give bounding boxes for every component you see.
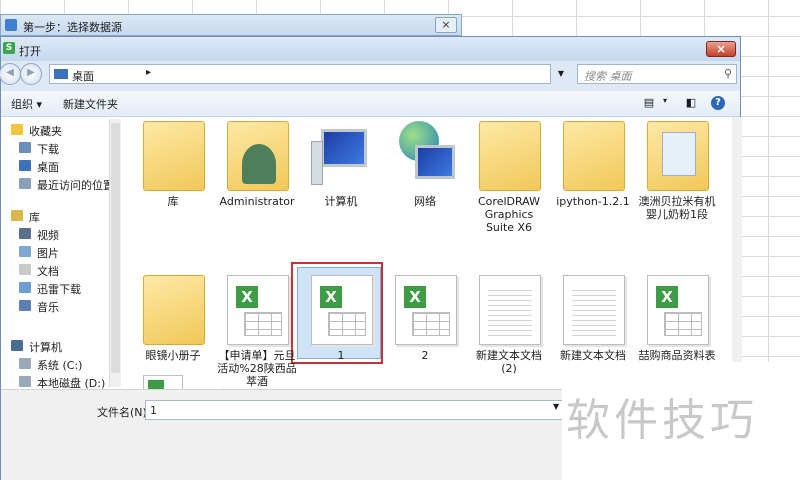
file-item-new-text-2[interactable]: 新建文本文档 (2) bbox=[469, 273, 549, 375]
nav-item-recent[interactable]: 最近访问的位置 bbox=[19, 177, 114, 193]
view-dropdown-icon[interactable]: ▾ bbox=[657, 96, 673, 110]
filename-panel: 文件名(N): 1 ▼ bbox=[1, 389, 563, 480]
arrow-right-icon: ▶ bbox=[27, 67, 35, 78]
library-folder-icon bbox=[143, 121, 205, 191]
nav-scrollbar[interactable] bbox=[109, 119, 121, 387]
text-file-icon bbox=[479, 275, 541, 345]
back-button[interactable]: ◀ bbox=[0, 63, 21, 85]
folder-icon bbox=[143, 275, 205, 345]
document-icon bbox=[19, 264, 31, 275]
star-icon bbox=[11, 124, 23, 135]
file-item-1[interactable]: X 1 bbox=[301, 273, 381, 369]
command-toolbar: 组织 ▾ 新建文件夹 ▤ ▾ ◧ ? bbox=[1, 91, 740, 117]
search-input[interactable]: 搜索 桌面 ⚲ bbox=[577, 64, 737, 84]
filename-value[interactable]: 1 bbox=[150, 404, 157, 417]
nav-item-music[interactable]: 音乐 bbox=[19, 299, 59, 315]
app-icon bbox=[5, 19, 17, 31]
wps-app-icon: S bbox=[3, 42, 15, 54]
preview-pane-icon[interactable]: ◧ bbox=[683, 96, 699, 110]
nav-item-drive-c[interactable]: 系统 (C:) bbox=[19, 357, 82, 373]
search-icon[interactable]: ⚲ bbox=[724, 67, 732, 80]
file-item-network[interactable]: 网络 bbox=[385, 119, 465, 215]
thunder-download-icon bbox=[19, 282, 31, 293]
file-item-application-form[interactable]: X 【申请单】元旦活动%28陕西品萃酒业%29%282018.1.... bbox=[217, 273, 329, 405]
dialog-titlebar: S 打开 × bbox=[1, 37, 740, 61]
filename-input[interactable]: 1 bbox=[145, 400, 563, 420]
desktop-folder-icon bbox=[54, 69, 68, 79]
file-item-coreldraw[interactable]: CorelDRAW Graphics Suite X6 bbox=[469, 119, 549, 234]
nav-item-videos[interactable]: 视频 bbox=[19, 227, 59, 243]
excel-file-icon: X bbox=[395, 275, 457, 345]
file-list: 库 Administrator 计算机 网络 CorelDRAW Graphic… bbox=[123, 117, 731, 401]
arrow-left-icon: ◀ bbox=[6, 67, 14, 78]
excel-icon: X bbox=[404, 286, 426, 308]
folder-icon bbox=[479, 121, 541, 191]
computer-icon bbox=[311, 121, 373, 191]
view-options-icon[interactable]: ▤ bbox=[641, 96, 657, 110]
dialog-close-button[interactable]: × bbox=[706, 41, 736, 57]
forward-button[interactable]: ▶ bbox=[20, 63, 42, 85]
nav-scrollbar-thumb[interactable] bbox=[111, 123, 120, 373]
nav-computer[interactable]: 计算机 bbox=[11, 339, 62, 355]
folder-icon bbox=[647, 121, 709, 191]
nav-item-documents[interactable]: 文档 bbox=[19, 263, 59, 279]
background-window-title: 第一步：选择数据源 bbox=[23, 21, 122, 34]
download-icon bbox=[19, 142, 31, 153]
dialog-title: 打开 bbox=[19, 45, 41, 58]
folder-icon bbox=[563, 121, 625, 191]
file-item-library[interactable]: 库 bbox=[133, 119, 213, 215]
help-icon[interactable]: ? bbox=[711, 96, 725, 110]
excel-file-icon: X bbox=[227, 275, 289, 345]
breadcrumb-chevron-icon[interactable]: ▸ bbox=[146, 67, 151, 78]
background-close-button[interactable]: × bbox=[435, 17, 457, 33]
file-item-glasses-booklet[interactable]: 眼镜小册子 bbox=[133, 273, 213, 362]
nav-libraries[interactable]: 库 bbox=[11, 209, 40, 225]
nav-item-downloads[interactable]: 下载 bbox=[19, 141, 59, 157]
nav-item-pictures[interactable]: 图片 bbox=[19, 245, 59, 261]
address-location[interactable]: 桌面 bbox=[72, 68, 94, 84]
text-file-icon bbox=[563, 275, 625, 345]
organize-button[interactable]: 组织 ▾ bbox=[11, 96, 42, 112]
file-item-new-text[interactable]: 新建文本文档 bbox=[553, 273, 633, 369]
nav-favorites[interactable]: 收藏夹 bbox=[11, 123, 62, 139]
drive-icon bbox=[19, 358, 31, 369]
file-item-2[interactable]: X 2 bbox=[385, 273, 465, 369]
excel-file-icon: X bbox=[311, 275, 373, 345]
filename-label: 文件名(N): bbox=[97, 406, 151, 419]
navigation-pane: 收藏夹 下载 桌面 最近访问的位置 库 视频 图片 文档 迅雷下载 音乐 计算机… bbox=[1, 117, 121, 390]
recent-places-icon bbox=[19, 178, 31, 189]
user-folder-icon bbox=[227, 121, 289, 191]
excel-icon: X bbox=[320, 286, 342, 308]
drive-icon bbox=[19, 376, 31, 387]
file-item-partial[interactable] bbox=[143, 375, 183, 390]
file-item-administrator[interactable]: Administrator bbox=[217, 119, 297, 215]
picture-icon bbox=[19, 246, 31, 257]
excel-icon: X bbox=[656, 286, 678, 308]
user-avatar-icon bbox=[242, 144, 276, 184]
background-window-titlebar: 第一步：选择数据源 × bbox=[0, 14, 462, 36]
address-dropdown-icon[interactable]: ▼ bbox=[553, 64, 569, 84]
desktop-icon bbox=[19, 160, 31, 171]
file-item-milk-powder[interactable]: 澳洲贝拉米有机婴儿奶粉1段 bbox=[637, 119, 717, 221]
file-item-computer[interactable]: 计算机 bbox=[301, 119, 381, 215]
watermark-text: 软件技巧 bbox=[566, 395, 758, 446]
search-placeholder: 搜索 桌面 bbox=[584, 70, 632, 83]
network-icon bbox=[395, 121, 457, 191]
computer-icon bbox=[11, 340, 23, 351]
video-icon bbox=[19, 228, 31, 239]
nav-item-desktop[interactable]: 桌面 bbox=[19, 159, 59, 175]
nav-item-thunder[interactable]: 迅雷下载 bbox=[19, 281, 81, 297]
file-list-scrollbar[interactable] bbox=[732, 117, 742, 397]
filename-dropdown-icon[interactable]: ▼ bbox=[553, 402, 559, 411]
address-row: ◀ ▶ 桌面 ▸ ▼ ↻ 搜索 桌面 ⚲ bbox=[0, 61, 740, 91]
excel-file-icon: X bbox=[647, 275, 709, 345]
new-folder-button[interactable]: 新建文件夹 bbox=[63, 96, 118, 112]
library-icon bbox=[11, 210, 23, 221]
address-bar[interactable]: 桌面 ▸ bbox=[49, 64, 551, 84]
music-icon bbox=[19, 300, 31, 311]
excel-icon: X bbox=[236, 286, 258, 308]
file-item-ipython[interactable]: ipython-1.2.1 bbox=[553, 119, 633, 215]
